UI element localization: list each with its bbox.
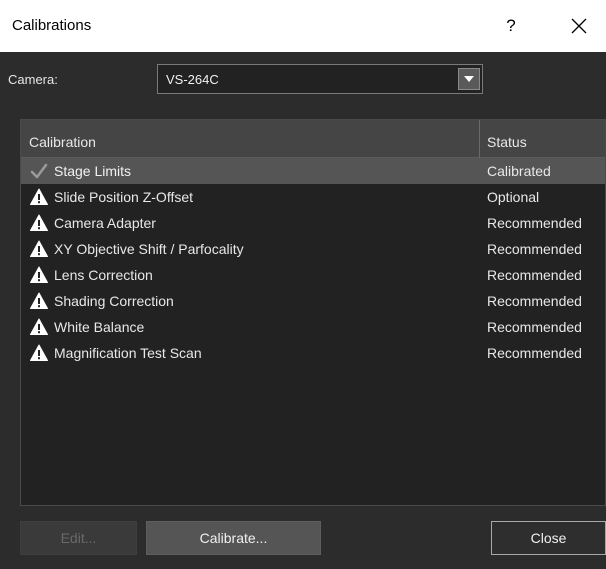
chevron-down-icon xyxy=(464,76,474,82)
close-button[interactable]: Close xyxy=(491,521,606,555)
warning-icon xyxy=(30,344,48,362)
list-item[interactable]: Magnification Test Scan Recommended xyxy=(21,340,605,366)
column-header-calibration[interactable]: Calibration xyxy=(29,134,96,150)
calibration-status: Recommended xyxy=(487,319,582,335)
warning-icon xyxy=(30,214,48,232)
warning-icon xyxy=(30,188,48,206)
calibration-status: Optional xyxy=(487,189,540,205)
camera-select-value: VS-264C xyxy=(166,72,219,87)
list-item[interactable]: White Balance Recommended xyxy=(21,314,605,340)
edit-button[interactable]: Edit... xyxy=(20,521,137,555)
calibration-status: Recommended xyxy=(487,293,582,309)
column-header-status[interactable]: Status xyxy=(487,134,527,150)
calibration-name: Stage Limits xyxy=(54,163,132,179)
calibration-name: XY Objective Shift / Parfocality xyxy=(54,241,244,257)
close-icon xyxy=(571,18,587,34)
list-item[interactable]: Slide Position Z-Offset Optional xyxy=(21,184,605,210)
help-button[interactable]: ? xyxy=(496,8,526,44)
calibration-status: Calibrated xyxy=(487,163,551,179)
checkmark-icon xyxy=(30,162,48,180)
calibration-list[interactable]: Calibration Status Stage Limits Calibrate… xyxy=(20,119,606,506)
calibration-name: Lens Correction xyxy=(54,267,153,283)
calibration-status: Recommended xyxy=(487,241,582,257)
calibration-name: Camera Adapter xyxy=(54,215,156,231)
list-item[interactable]: XY Objective Shift / Parfocality Recommen… xyxy=(21,236,605,262)
title-bar: Calibrations ? xyxy=(0,0,606,52)
list-item[interactable]: Stage Limits Calibrated xyxy=(21,158,605,184)
calibrate-button[interactable]: Calibrate... xyxy=(146,521,321,555)
warning-icon xyxy=(30,266,48,284)
window-title: Calibrations xyxy=(12,17,92,34)
calibration-name: Slide Position Z-Offset xyxy=(54,189,194,205)
warning-icon xyxy=(30,240,48,258)
list-item[interactable]: Shading Correction Recommended xyxy=(21,288,605,314)
calibration-status: Recommended xyxy=(487,345,582,361)
camera-label: Camera: xyxy=(8,72,58,87)
list-header: Calibration Status xyxy=(21,120,605,158)
warning-icon xyxy=(30,292,48,310)
column-divider[interactable] xyxy=(479,120,480,158)
calibration-name: White Balance xyxy=(54,319,145,335)
calibration-name: Shading Correction xyxy=(54,293,174,309)
camera-select[interactable]: VS-264C xyxy=(157,64,483,94)
dropdown-button[interactable] xyxy=(458,68,480,90)
list-item[interactable]: Camera Adapter Recommended xyxy=(21,210,605,236)
warning-icon xyxy=(30,318,48,336)
close-window-button[interactable] xyxy=(562,8,596,44)
calibration-status: Recommended xyxy=(487,215,582,231)
calibration-name: Magnification Test Scan xyxy=(54,345,202,361)
list-item[interactable]: Lens Correction Recommended xyxy=(21,262,605,288)
calibration-status: Recommended xyxy=(487,267,582,283)
